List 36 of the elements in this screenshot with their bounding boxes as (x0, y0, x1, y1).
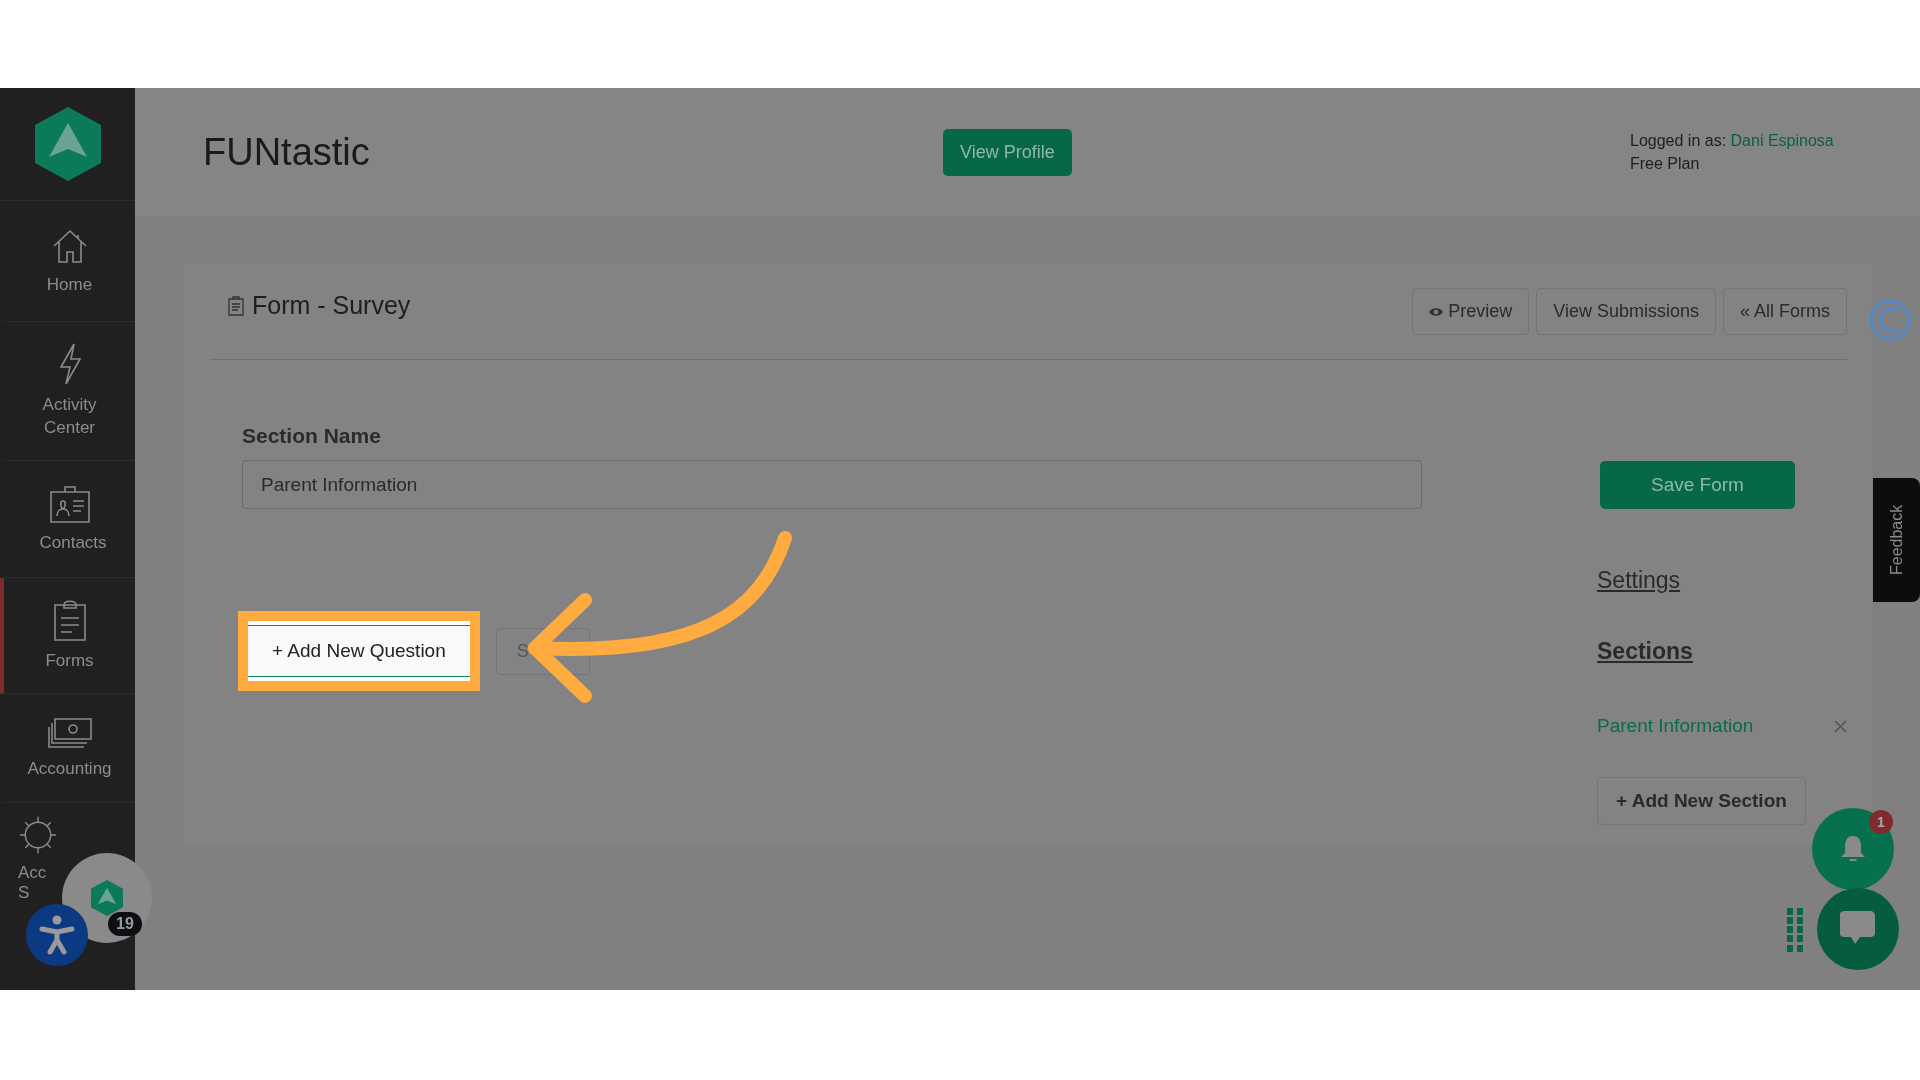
view-profile-button[interactable]: View Profile (943, 128, 1072, 176)
logged-in-text: Logged in as: Dani Espinosa (1630, 130, 1835, 151)
nav-button[interactable]: « All Forms (1722, 288, 1847, 335)
close-icon[interactable] (1834, 719, 1847, 733)
sidebar-item[interactable]: Accounting (0, 694, 135, 803)
app-title: FUNtastic (203, 130, 371, 174)
save-form-button[interactable]: Save Form (1600, 461, 1795, 509)
cash-stack-icon (46, 715, 93, 750)
drag-handle-icon[interactable] (1787, 908, 1803, 952)
sidebar-item[interactable]: Forms (0, 578, 135, 694)
accessibility-icon (39, 914, 75, 956)
form-title: Form - Survey (252, 291, 411, 320)
sidebar-item[interactable]: Activity Center (0, 322, 135, 461)
logo-icon (90, 879, 124, 917)
preview-button[interactable]: Preview (1412, 288, 1530, 335)
sections-heading: Sections (1597, 638, 1693, 665)
logo-icon[interactable] (32, 105, 103, 183)
section-name-field[interactable]: Parent Information (242, 460, 1422, 509)
sidebar-item[interactable]: Home (0, 201, 135, 322)
add-question-button[interactable]: + Add New Question (248, 625, 470, 677)
id-card-icon (48, 483, 91, 524)
settings-link[interactable]: Settings (1597, 567, 1681, 594)
add-section-button[interactable]: + Add New Section (1597, 777, 1806, 825)
nav-button[interactable]: View Submissions (1536, 288, 1716, 335)
sidebar-item[interactable]: Acc S (0, 803, 58, 907)
count-badge: 19 (108, 912, 142, 936)
user-name-link[interactable]: Dani Espinosa (1730, 131, 1834, 149)
feedback-tab[interactable]: Feedback (1873, 478, 1920, 602)
plan-label: Free Plan (1630, 154, 1701, 174)
eye-icon (1429, 306, 1444, 317)
field-label: Section Name (242, 424, 382, 448)
sidebar-item[interactable]: Contacts (0, 461, 135, 578)
clipboard-icon (228, 295, 244, 316)
gear-icon (18, 815, 58, 855)
notification-badge: 1 (1869, 810, 1893, 834)
bell-icon (1840, 835, 1866, 863)
